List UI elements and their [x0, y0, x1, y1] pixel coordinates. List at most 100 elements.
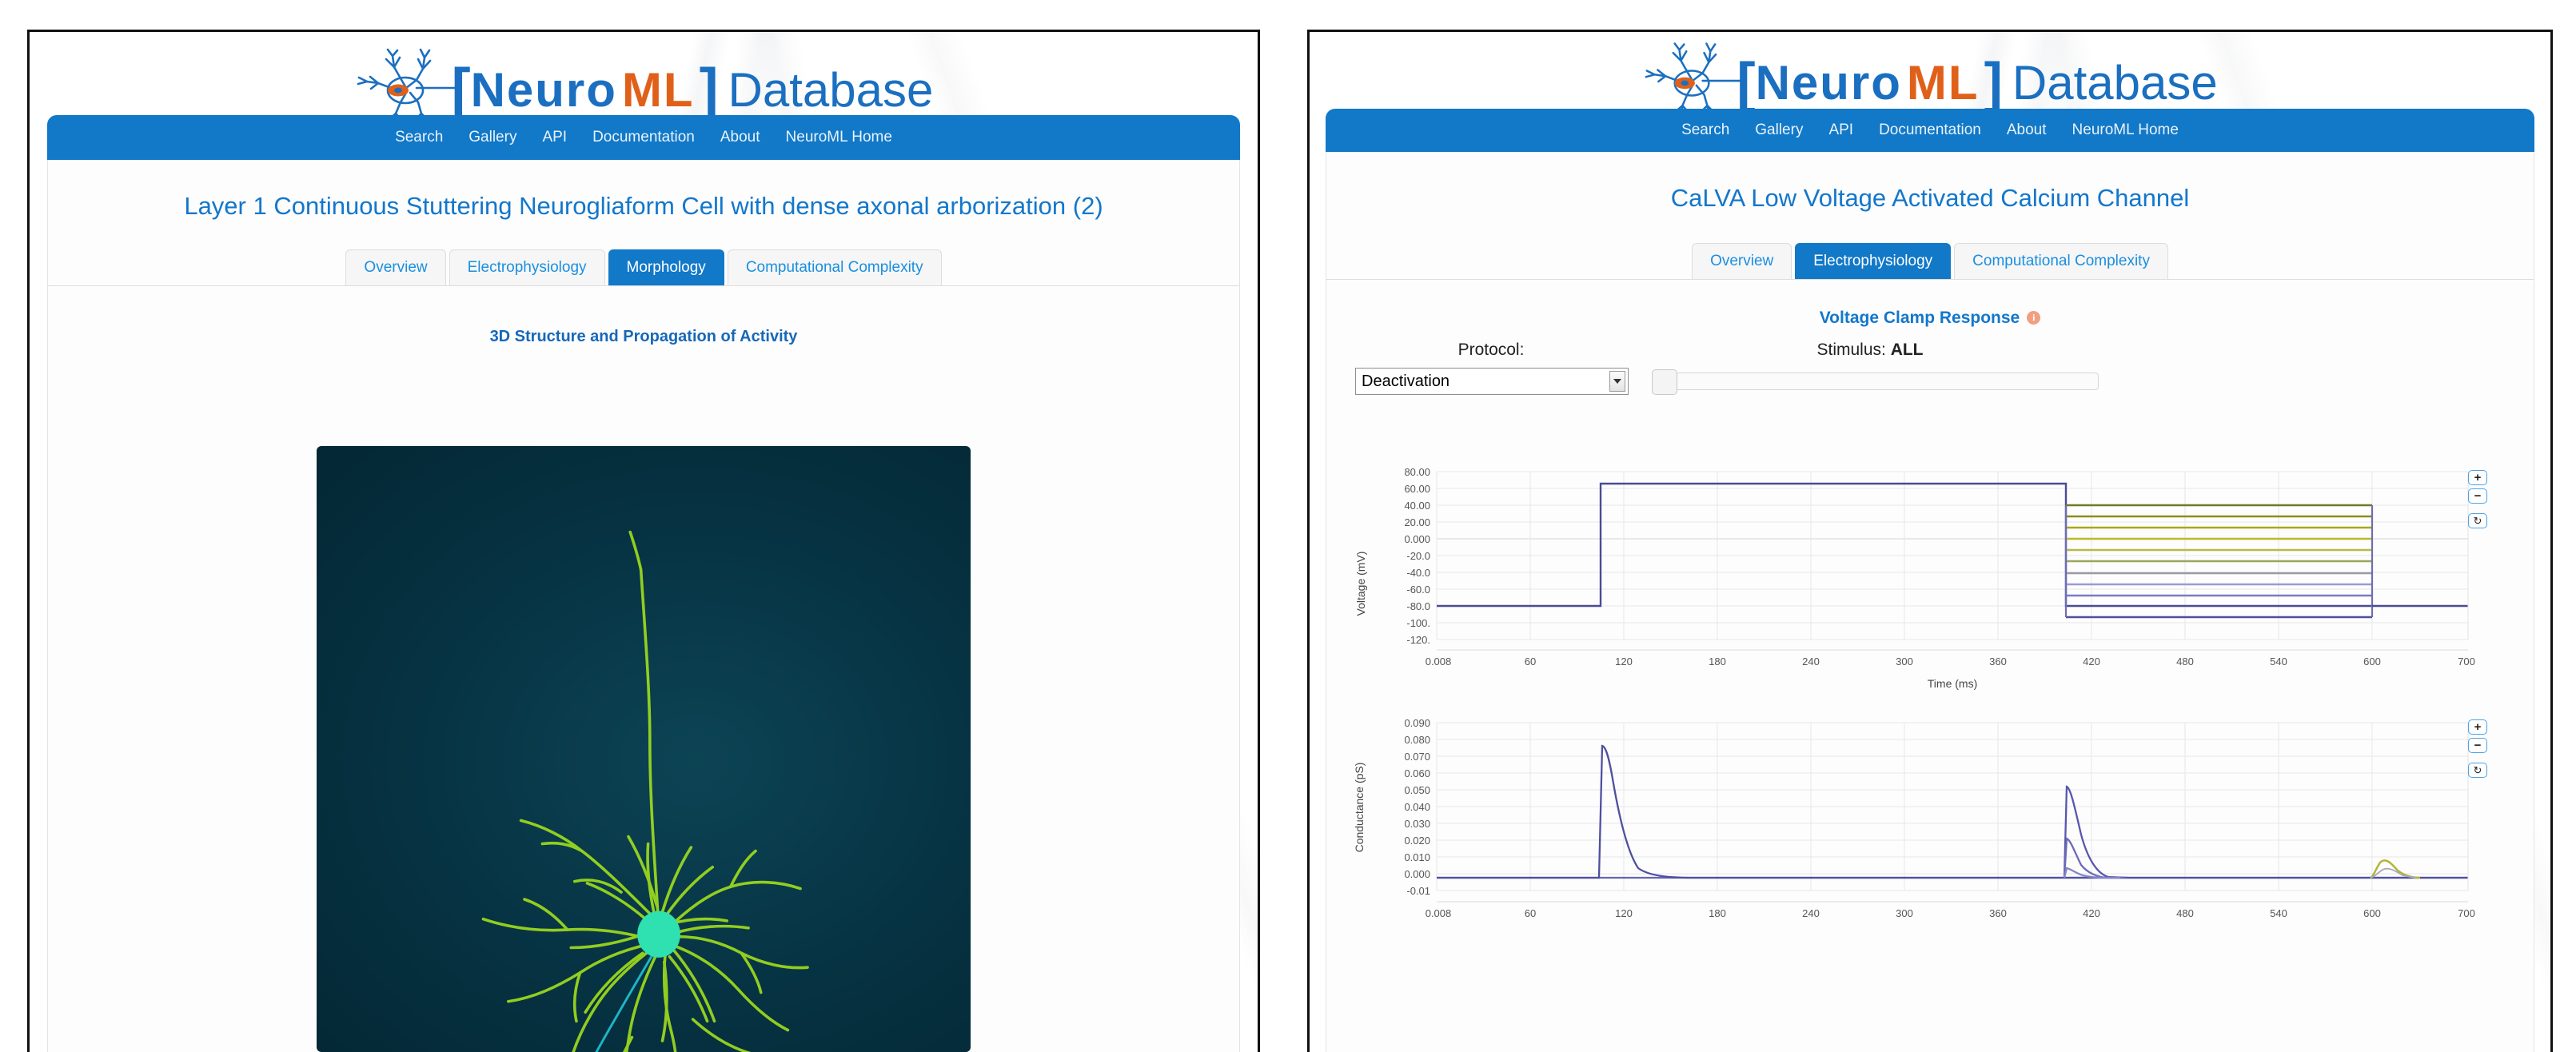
zoom-in-icon[interactable]: +: [2468, 719, 2487, 735]
section-title: Voltage Clamp Response: [1819, 309, 2020, 327]
stimulus-slider-track[interactable]: [1652, 369, 2099, 395]
zoom-out-icon[interactable]: −: [2468, 738, 2487, 753]
svg-text:360: 360: [1989, 907, 2007, 919]
nav-item-neuroml-home[interactable]: NeuroML Home: [2060, 122, 2191, 139]
logo-database-text: Database: [728, 62, 934, 117]
reset-view-icon[interactable]: ↻: [2468, 513, 2487, 528]
nav-item-api[interactable]: API: [529, 129, 580, 146]
nav-item-gallery[interactable]: Gallery: [456, 129, 529, 146]
tab-computational-complexity-label: Computational Complexity: [745, 259, 923, 276]
logo-bracket-close: ]: [1984, 51, 2003, 114]
logo-bracket-open: [: [1737, 51, 1756, 114]
tab-overview[interactable]: Overview: [345, 249, 446, 285]
protocol-select-wrap: Deactivation: [1355, 368, 1629, 395]
soma-marker: [637, 911, 680, 958]
main-nav: Search Gallery API Documentation About N…: [1326, 109, 2534, 152]
svg-text:120: 120: [1615, 907, 1633, 919]
logo-ml-text: ML: [1906, 55, 1980, 110]
tabbar-underline: [1326, 279, 2534, 280]
tab-overview[interactable]: Overview: [1692, 243, 1792, 279]
svg-text:0.008: 0.008: [1426, 907, 1452, 919]
svg-text:300: 300: [1896, 907, 1913, 919]
svg-text:-60.0: -60.0: [1406, 584, 1430, 596]
svg-text:-120.: -120.: [1406, 634, 1430, 646]
nav-item-api[interactable]: API: [1816, 122, 1866, 139]
svg-text:240: 240: [1802, 907, 1820, 919]
svg-text:60: 60: [1525, 656, 1536, 667]
tab-electrophysiology-label: Electrophysiology: [467, 259, 587, 276]
screenshot-stage: [ Neuro ML ] Database Search Gallery API…: [0, 0, 2576, 1052]
svg-text:0.010: 0.010: [1404, 851, 1430, 863]
voltage-sweep-traces: [1437, 482, 2468, 619]
tab-computational-complexity-label: Computational Complexity: [1972, 253, 2150, 269]
nav-item-search[interactable]: Search: [382, 129, 456, 146]
right-browser-panel: [ Neuro ML ] Database Search Gallery API…: [1307, 30, 2553, 1052]
reset-view-icon[interactable]: ↻: [2468, 763, 2487, 778]
tab-electrophysiology-label: Electrophysiology: [1813, 253, 1933, 269]
svg-text:0.030: 0.030: [1404, 818, 1430, 830]
svg-text:0.020: 0.020: [1404, 835, 1430, 847]
left-browser-panel: [ Neuro ML ] Database Search Gallery API…: [27, 30, 1260, 1052]
svg-text:60: 60: [1525, 907, 1536, 919]
stimulus-slider-handle[interactable]: [1652, 369, 1677, 395]
nav-item-about[interactable]: About: [1994, 122, 2060, 139]
tab-overview-label: Overview: [1710, 253, 1774, 269]
svg-text:240: 240: [1802, 656, 1820, 667]
svg-text:700: 700: [2458, 907, 2475, 919]
svg-text:60.00: 60.00: [1404, 483, 1430, 495]
stimulus-label-row: Stimulus: ALL: [1646, 341, 2094, 360]
clamp-controls: Protocol: Deactivation Stimulus: ALL: [1326, 341, 2534, 417]
svg-text:540: 540: [2270, 907, 2287, 919]
logo-neuro-text: Neuro: [1755, 55, 1902, 110]
page-title: Layer 1 Continuous Stuttering Neurogliaf…: [184, 192, 1103, 220]
logo-database-text: Database: [2012, 55, 2218, 110]
svg-text:-0.01: -0.01: [1406, 885, 1430, 897]
protocol-select[interactable]: Deactivation: [1355, 368, 1629, 395]
svg-text:0.060: 0.060: [1404, 767, 1430, 779]
svg-text:540: 540: [2270, 656, 2287, 667]
svg-text:120: 120: [1615, 656, 1633, 667]
logo-bracket-open: [: [451, 58, 471, 122]
left-page-body: Layer 1 Continuous Stuttering Neurogliaf…: [47, 160, 1240, 1052]
svg-text:-100.: -100.: [1406, 617, 1430, 629]
svg-text:-20.0: -20.0: [1406, 550, 1430, 562]
svg-text:0.090: 0.090: [1404, 717, 1430, 729]
voltage-x-axis-title: Time (ms): [1928, 677, 1977, 690]
svg-text:600: 600: [2363, 656, 2381, 667]
nav-item-documentation[interactable]: Documentation: [1866, 122, 1994, 139]
nav-item-about[interactable]: About: [708, 129, 773, 146]
tab-morphology[interactable]: Morphology: [608, 249, 724, 285]
conductance-plot-svg: 0.090 0.080 0.070 0.060 0.050 0.040 0.03…: [1353, 717, 2475, 919]
tab-computational-complexity[interactable]: Computational Complexity: [1954, 243, 2168, 279]
conductance-traces: [1437, 744, 2468, 879]
svg-text:0.000: 0.000: [1404, 868, 1430, 880]
nav-item-documentation[interactable]: Documentation: [580, 129, 708, 146]
voltage-clamp-chart[interactable]: 80.00 60.00 40.00 20.00 0.000 -20.0 -40.…: [1341, 464, 2500, 695]
svg-text:40.00: 40.00: [1404, 500, 1430, 512]
svg-text:480: 480: [2176, 907, 2194, 919]
nav-item-neuroml-home[interactable]: NeuroML Home: [773, 129, 905, 146]
protocol-label: Protocol:: [1457, 341, 1525, 359]
voltage-clamp-plot-svg: 80.00 60.00 40.00 20.00 0.000 -20.0 -40.…: [1354, 466, 2475, 690]
nav-item-gallery[interactable]: Gallery: [1742, 122, 1816, 139]
stimulus-value: ALL: [1890, 341, 1924, 359]
zoom-in-icon[interactable]: +: [2468, 470, 2487, 485]
zoom-out-icon[interactable]: −: [2468, 488, 2487, 504]
tabbar-underline: [48, 285, 1239, 286]
tab-electrophysiology[interactable]: Electrophysiology: [1795, 243, 1952, 279]
svg-text:-40.0: -40.0: [1406, 567, 1430, 579]
voltage-chart-zoom-controls: + − ↻: [2468, 470, 2487, 528]
svg-text:420: 420: [2083, 656, 2100, 667]
page-title: CaLVA Low Voltage Activated Calcium Chan…: [1670, 184, 2190, 212]
conductance-y-axis-title: Conductance (pS): [1353, 763, 1366, 853]
conductance-chart[interactable]: 0.090 0.080 0.070 0.060 0.050 0.040 0.03…: [1341, 711, 2500, 927]
tab-electrophysiology[interactable]: Electrophysiology: [449, 249, 605, 285]
logo-ml-text: ML: [621, 62, 695, 117]
morphology-3d-viewer[interactable]: [317, 446, 971, 1052]
stimulus-label: Stimulus:: [1816, 341, 1886, 359]
neuron-morphology-render: [481, 530, 809, 1052]
info-icon[interactable]: i: [2027, 311, 2041, 325]
voltage-y-axis-title: Voltage (mV): [1354, 552, 1367, 616]
tab-computational-complexity[interactable]: Computational Complexity: [727, 249, 942, 285]
nav-item-search[interactable]: Search: [1669, 122, 1742, 139]
